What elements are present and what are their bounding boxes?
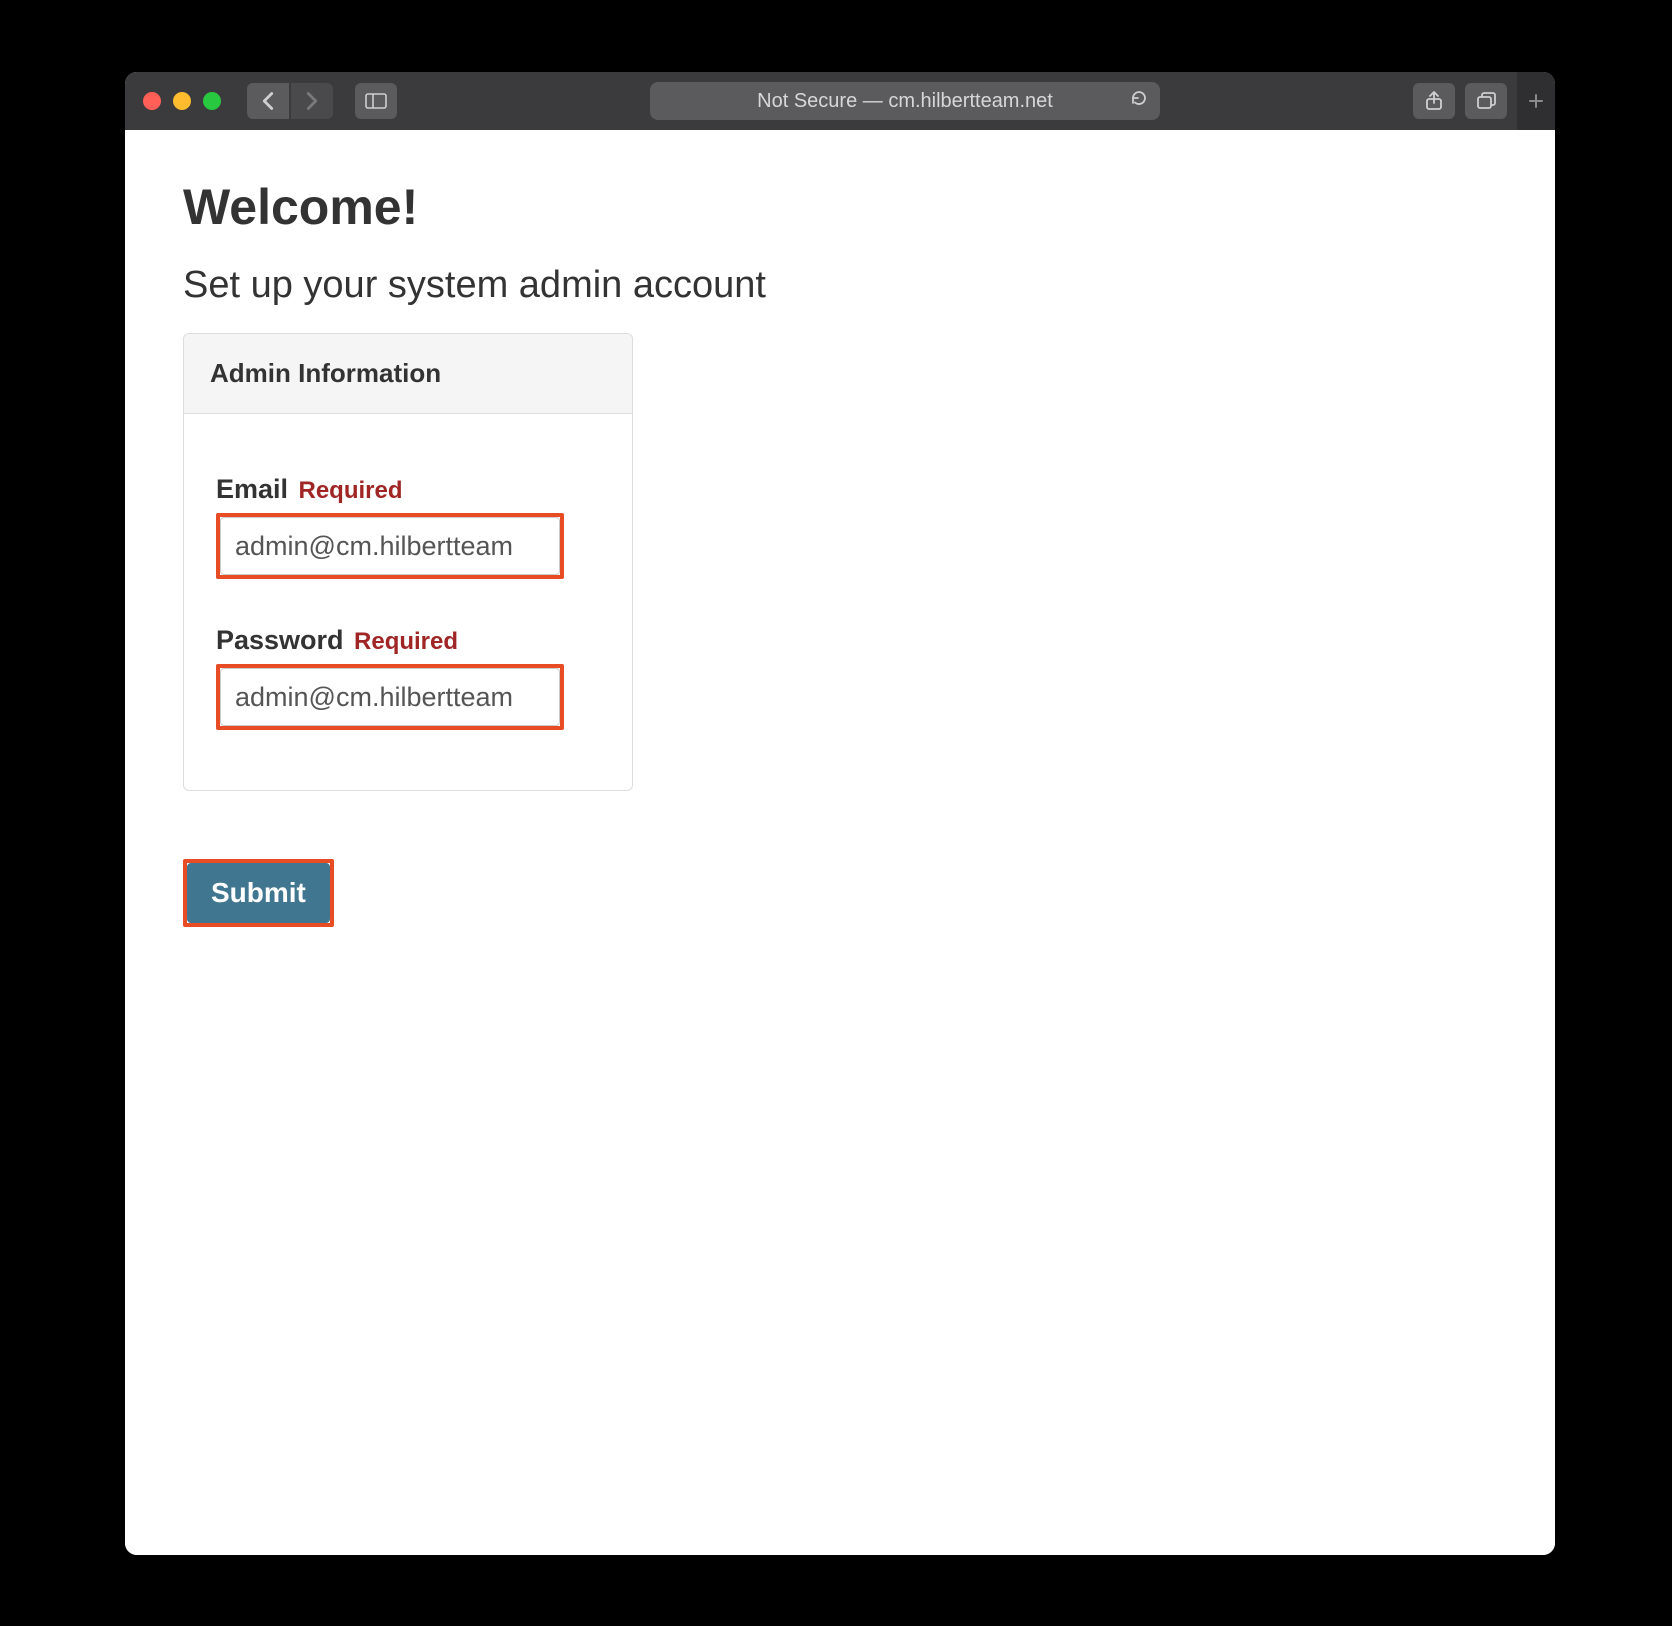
maximize-window-button[interactable] — [203, 92, 221, 110]
reload-button[interactable] — [1130, 89, 1148, 113]
address-text: Not Secure — cm.hilbertteam.net — [757, 90, 1053, 113]
browser-window: Not Secure — cm.hilbertteam.net — [125, 72, 1555, 1555]
toolbar-right — [1413, 72, 1537, 130]
plus-icon — [1528, 93, 1544, 109]
password-label: Password — [216, 625, 344, 655]
page-title: Welcome! — [183, 178, 1497, 236]
address-bar[interactable]: Not Secure — cm.hilbertteam.net — [650, 82, 1160, 120]
email-input[interactable] — [220, 517, 560, 575]
submit-highlight: Submit — [183, 859, 334, 927]
page-subtitle: Set up your system admin account — [183, 264, 1497, 307]
close-window-button[interactable] — [143, 92, 161, 110]
sidebar-toggle-button[interactable] — [355, 83, 397, 119]
sidebar-icon — [365, 93, 387, 109]
titlebar: Not Secure — cm.hilbertteam.net — [125, 72, 1555, 130]
chevron-right-icon — [305, 91, 319, 111]
admin-info-panel: Admin Information Email Required Passwor… — [183, 333, 633, 791]
minimize-window-button[interactable] — [173, 92, 191, 110]
email-group: Email Required — [216, 474, 600, 579]
chevron-left-icon — [261, 91, 275, 111]
share-icon — [1425, 91, 1443, 111]
password-group: Password Required — [216, 625, 600, 730]
password-input[interactable] — [220, 668, 560, 726]
tabs-button[interactable] — [1465, 83, 1507, 119]
submit-button[interactable]: Submit — [187, 863, 330, 923]
password-input-highlight — [216, 664, 564, 730]
nav-buttons — [247, 83, 333, 119]
password-required-badge: Required — [354, 628, 458, 655]
panel-header: Admin Information — [184, 334, 632, 414]
tabs-icon — [1476, 92, 1496, 110]
email-required-badge: Required — [299, 477, 403, 504]
page-content: Welcome! Set up your system admin accoun… — [125, 130, 1555, 1555]
traffic-lights — [143, 92, 221, 110]
panel-body: Email Required Password Required — [184, 414, 632, 790]
back-button[interactable] — [247, 83, 289, 119]
new-tab-button[interactable] — [1517, 72, 1555, 130]
email-input-highlight — [216, 513, 564, 579]
reload-icon — [1130, 89, 1148, 107]
forward-button[interactable] — [291, 83, 333, 119]
share-button[interactable] — [1413, 83, 1455, 119]
email-label: Email — [216, 474, 288, 504]
